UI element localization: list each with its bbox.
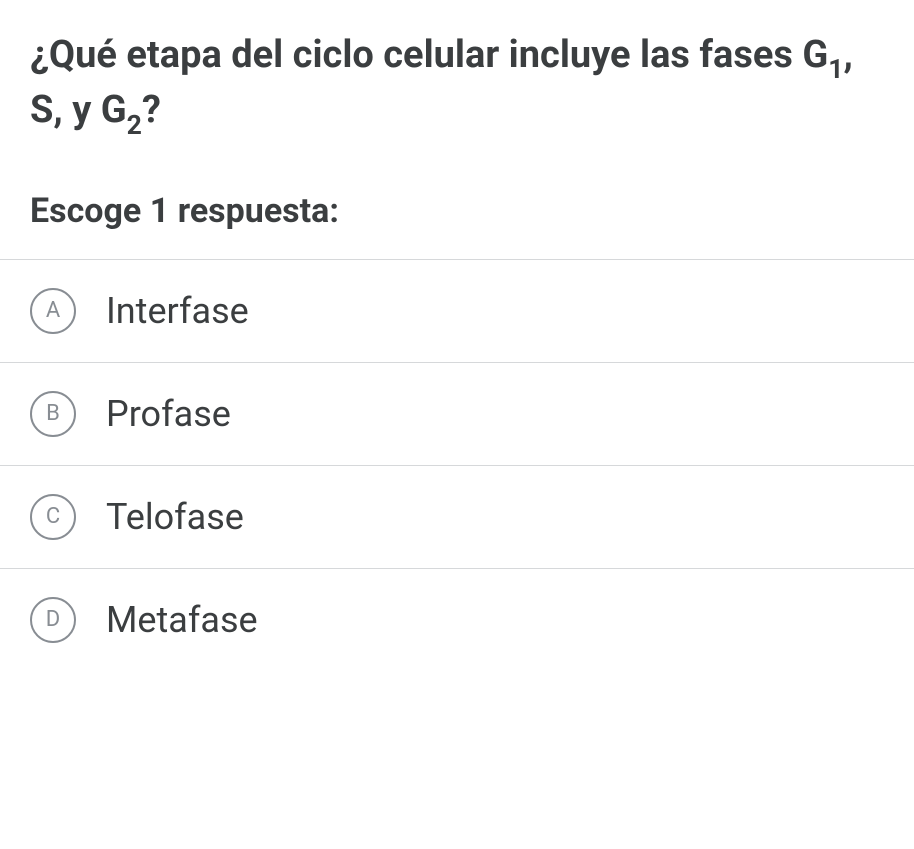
- question-container: ¿Qué etapa del ciclo celular incluye las…: [0, 0, 914, 231]
- option-a[interactable]: A Interfase: [0, 259, 914, 362]
- option-label: Profase: [106, 393, 231, 435]
- question-text: ¿Qué etapa del ciclo celular incluye las…: [30, 30, 884, 141]
- option-letter-circle: B: [30, 391, 76, 437]
- option-label: Telofase: [106, 496, 244, 538]
- option-b[interactable]: B Profase: [0, 362, 914, 465]
- option-letter-circle: D: [30, 597, 76, 643]
- option-d[interactable]: D Metafase: [0, 568, 914, 671]
- option-label: Metafase: [106, 599, 258, 641]
- option-label: Interfase: [106, 290, 249, 332]
- option-c[interactable]: C Telofase: [0, 465, 914, 568]
- option-letter-circle: A: [30, 288, 76, 334]
- instruction-text: Escoge 1 respuesta:: [30, 191, 884, 231]
- option-letter-circle: C: [30, 494, 76, 540]
- options-list: A Interfase B Profase C Telofase D Metaf…: [0, 259, 914, 671]
